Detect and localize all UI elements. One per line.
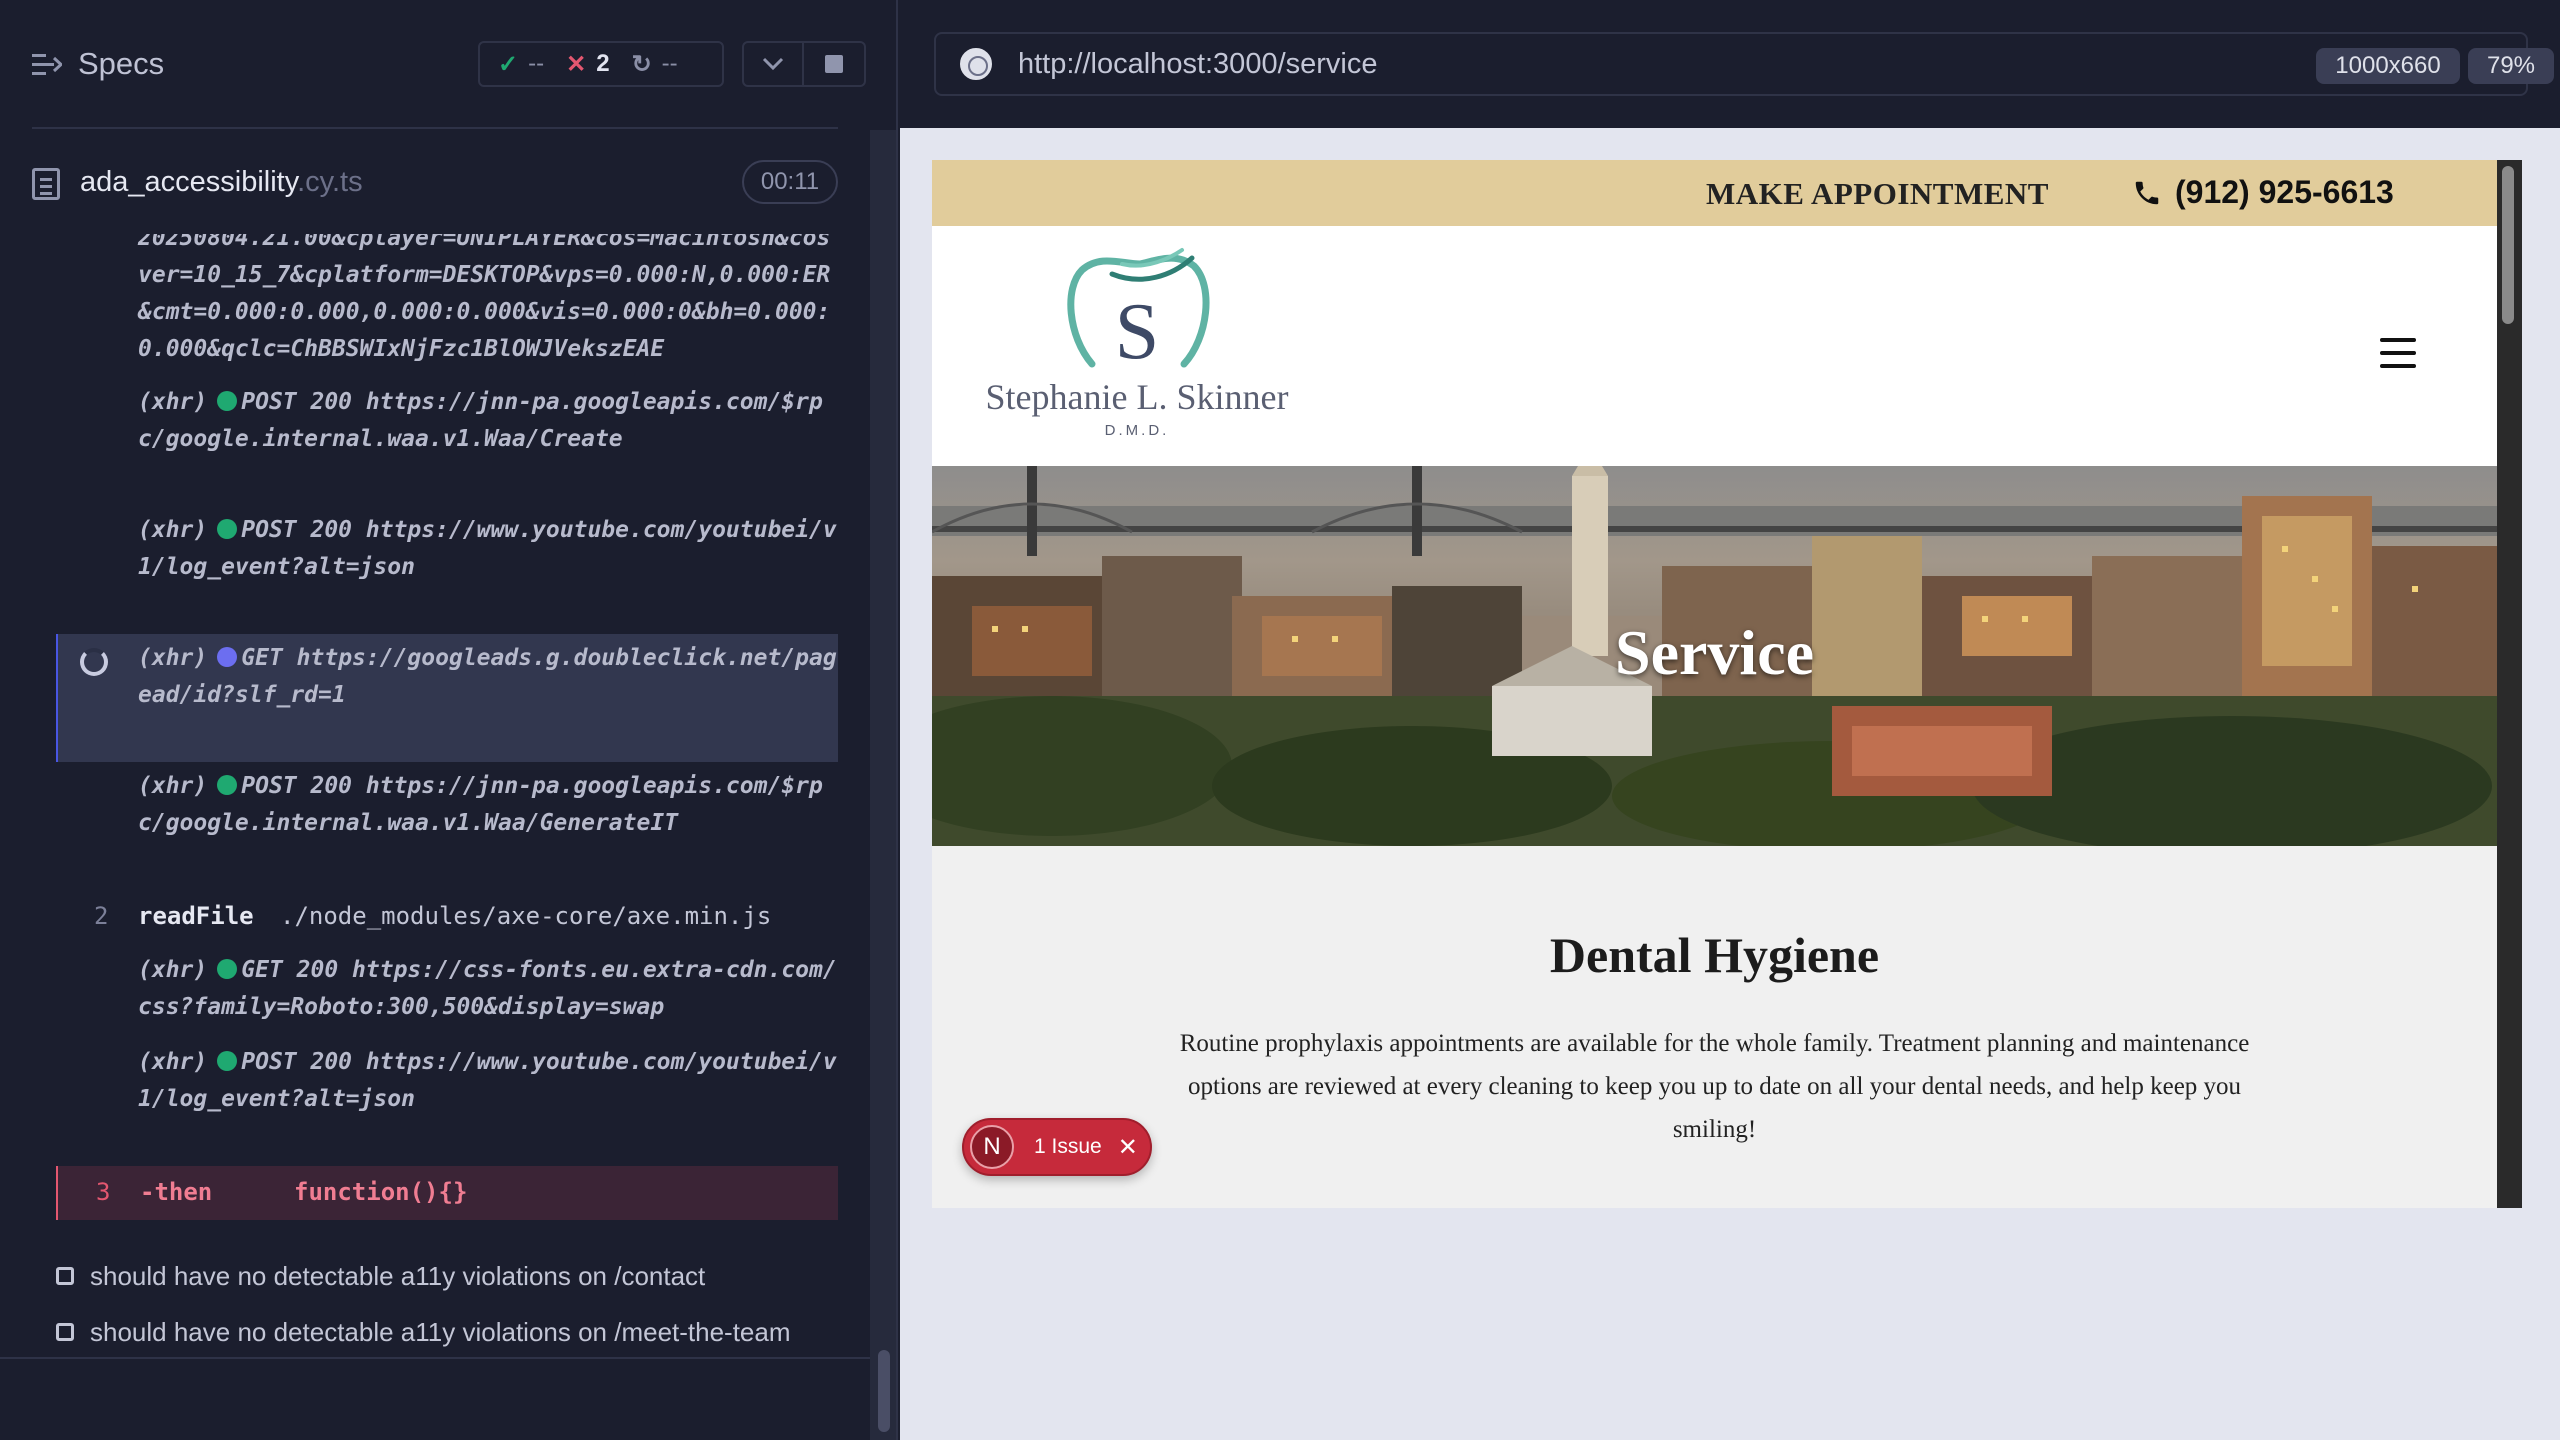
specs-header: Specs ✓ -- ✕ 2 ↻ -- (0, 0, 896, 128)
log-entry[interactable]: 20250804.21.00&cplayer=UNIPLAYER&cos=Mac… (56, 234, 838, 362)
failed-stat: ✕ 2 (566, 50, 609, 79)
logo-suffix: D.M.D. (1104, 422, 1170, 439)
command-name: readFile (138, 902, 254, 930)
log-bottom-divider (0, 1357, 870, 1359)
check-icon: ✓ (498, 50, 519, 78)
xhr-status: POST 200 (241, 773, 353, 799)
url-bar[interactable]: http://localhost:3000/service 1000x660 7… (934, 32, 2554, 96)
specs-title[interactable]: Specs (78, 46, 164, 82)
failed-count: 2 (596, 50, 610, 77)
log-entry-xhr[interactable]: (xhr) POST 200 https://www.youtube.com/yo… (56, 512, 838, 592)
spec-file-name: ada_accessibility.cy.ts (80, 166, 363, 199)
app-under-test-frame: MAKE APPOINTMENT (912) 925-6613 S Stepha… (932, 160, 2522, 1208)
viewport-size-badge[interactable]: 1000x660 (2316, 48, 2460, 84)
status-dot (217, 647, 238, 667)
accessibility-issue-badge[interactable]: N 1 Issue ✕ (962, 1118, 1152, 1176)
test-title: should have no detectable a11y violation… (90, 1260, 706, 1291)
section-text: Routine prophylaxis appointments are ava… (1179, 1030, 2250, 1143)
chevron-down-icon (762, 57, 784, 71)
test-stats: ✓ -- ✕ 2 ↻ -- (478, 41, 724, 87)
status-dot (217, 775, 238, 795)
test-title: should have no detectable a11y violation… (90, 1316, 791, 1347)
globe-icon (960, 48, 992, 80)
log-entry-xhr[interactable]: (xhr) GET 200 https://css-fonts.eu.extra-… (56, 952, 838, 1032)
log-entry-text: 20250804.21.00&cplayer=UNIPLAYER&cos=Mac… (138, 234, 831, 362)
command-log-scrollbar[interactable] (870, 130, 896, 1440)
specs-list-icon[interactable] (32, 52, 62, 78)
command-number: 2 (94, 902, 109, 930)
log-entry-command[interactable]: 2 readFile ./node_modules/axe-core/axe.m… (56, 898, 838, 938)
xhr-status: POST 200 (241, 389, 353, 415)
runner-panel: Specs ✓ -- ✕ 2 ↻ -- ada_accessibility.cy… (0, 0, 898, 1440)
command-log: 20250804.21.00&cplayer=UNIPLAYER&cos=Mac… (56, 234, 838, 1234)
xhr-prefix: (xhr) (138, 1049, 208, 1075)
spec-duration: 00:11 (742, 160, 838, 204)
xhr-status: POST 200 (241, 1049, 353, 1075)
test-status-icon (56, 1323, 74, 1341)
command-arg: ./node_modules/axe-core/axe.min.js (280, 902, 772, 930)
pending-stat: ↻ -- (632, 50, 678, 79)
pending-count: -- (661, 50, 678, 77)
site-header: S Stephanie L. Skinner D.M.D. (932, 226, 2497, 466)
command-log-scroll-thumb[interactable] (878, 1350, 890, 1432)
logo-letter: S (1115, 288, 1160, 376)
stop-icon (825, 55, 843, 73)
log-entry-xhr[interactable]: (xhr) POST 200 https://jnn-pa.googleapis.… (56, 768, 838, 888)
xhr-prefix: (xhr) (138, 957, 208, 983)
section-title: Dental Hygiene (1549, 927, 1880, 983)
site-top-bar: MAKE APPOINTMENT (912) 925-6613 (932, 160, 2497, 226)
hero-banner: Service (932, 466, 2497, 846)
status-dot (217, 391, 238, 411)
xhr-status: GET (241, 645, 283, 671)
spec-file-ext: .cy.ts (297, 166, 363, 198)
log-entry-xhr[interactable]: (xhr) POST 200 https://www.youtube.com/yo… (56, 1044, 838, 1124)
hamburger-menu-icon[interactable] (2380, 338, 2416, 368)
issue-badge-logo: N (970, 1125, 1014, 1169)
make-appointment-link[interactable]: MAKE APPOINTMENT (1706, 176, 2049, 212)
service-section: Dental Hygiene Routine prophylaxis appoi… (932, 846, 2497, 1208)
site-logo[interactable]: S Stephanie L. Skinner D.M.D. (972, 246, 1302, 446)
passed-stat: ✓ -- (498, 50, 544, 79)
log-entry-failed[interactable]: 3 -then function(){} (56, 1166, 838, 1220)
issue-count: 1 Issue (1034, 1135, 1102, 1158)
phone-number-link[interactable]: (912) 925-6613 (2175, 174, 2394, 211)
passed-count: -- (528, 50, 545, 77)
command-number: 3 (96, 1178, 111, 1206)
phone-icon (2132, 178, 2162, 216)
test-item[interactable]: should have no detectable a11y violation… (56, 1312, 856, 1352)
xhr-status: GET 200 (241, 957, 339, 983)
pending-icon: ↻ (631, 50, 652, 78)
test-item[interactable]: should have no detectable a11y violation… (56, 1256, 856, 1296)
status-dot (217, 1051, 238, 1071)
spec-file-row[interactable]: ada_accessibility.cy.ts 00:11 (0, 150, 870, 236)
url-text[interactable]: http://localhost:3000/service (1018, 48, 1377, 81)
collapse-button[interactable] (742, 41, 804, 87)
log-entry-xhr[interactable]: (xhr) POST 200 https://jnn-pa.googleapis.… (56, 384, 838, 504)
page-scroll-thumb[interactable] (2502, 166, 2514, 324)
header-divider (32, 127, 838, 129)
xhr-prefix: (xhr) (138, 645, 208, 671)
spec-file-basename: ada_accessibility (80, 166, 298, 198)
status-dot (217, 519, 238, 539)
test-status-icon (56, 1267, 74, 1285)
zoom-badge[interactable]: 79% (2468, 48, 2554, 84)
document-icon (32, 168, 60, 200)
command-name: -then (140, 1178, 213, 1206)
url-area: http://localhost:3000/service 1000x660 7… (900, 0, 2560, 128)
close-icon[interactable]: ✕ (1118, 1133, 1138, 1162)
x-icon: ✕ (566, 50, 587, 78)
xhr-status: POST 200 (241, 517, 353, 543)
command-arg: function(){} (294, 1178, 468, 1206)
app-preview-panel: http://localhost:3000/service 1000x660 7… (900, 0, 2560, 1440)
xhr-prefix: (xhr) (138, 389, 208, 415)
log-entry-xhr-pending: (xhr) GET https://googleads.g.doubleclick… (56, 640, 838, 760)
stop-button[interactable] (804, 41, 866, 87)
xhr-prefix: (xhr) (138, 773, 208, 799)
xhr-prefix: (xhr) (138, 517, 208, 543)
tooth-logo-icon: S (1067, 248, 1210, 376)
status-dot (217, 959, 238, 979)
logo-name: Stephanie L. Skinner (985, 377, 1289, 417)
hero-title: Service (1615, 617, 1814, 688)
